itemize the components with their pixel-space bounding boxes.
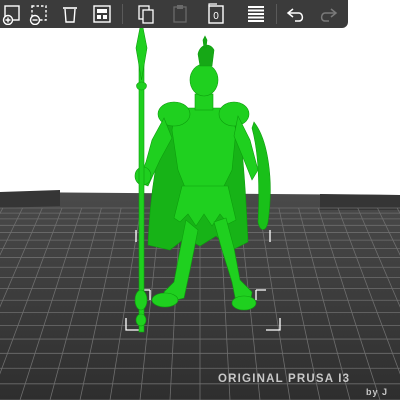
layers-icon <box>248 6 264 22</box>
add-icon <box>2 5 20 25</box>
copy-icon <box>138 5 154 24</box>
redo-icon <box>320 8 338 22</box>
paste-icon <box>173 5 187 23</box>
redo-button[interactable] <box>316 0 340 28</box>
add-instance-button[interactable] <box>0 0 24 28</box>
arrange-button[interactable] <box>90 0 114 28</box>
toolbar-separator <box>122 4 123 24</box>
split-badge: 0 <box>213 11 219 22</box>
split-icon: 0 <box>208 3 224 24</box>
paste-button[interactable] <box>168 0 192 28</box>
copy-button[interactable] <box>134 0 158 28</box>
undo-button[interactable] <box>284 0 308 28</box>
arrange-icon <box>93 5 111 23</box>
layers-editing-button[interactable] <box>244 0 268 28</box>
delete-all-icon <box>63 7 77 23</box>
undo-icon <box>286 8 304 22</box>
3d-scene[interactable] <box>0 0 400 401</box>
toolbar-separator <box>276 4 277 24</box>
bed-label: ORIGINAL PRUSA I3 <box>218 373 351 385</box>
remove-icon <box>29 5 47 25</box>
split-to-objects-button[interactable]: 0 <box>204 0 228 28</box>
delete-all-button[interactable] <box>58 0 82 28</box>
remove-instance-button[interactable] <box>27 0 51 28</box>
bed-author: by J <box>366 387 389 397</box>
3d-viewport[interactable] <box>0 0 400 401</box>
top-toolbar: 0 <box>0 0 348 28</box>
